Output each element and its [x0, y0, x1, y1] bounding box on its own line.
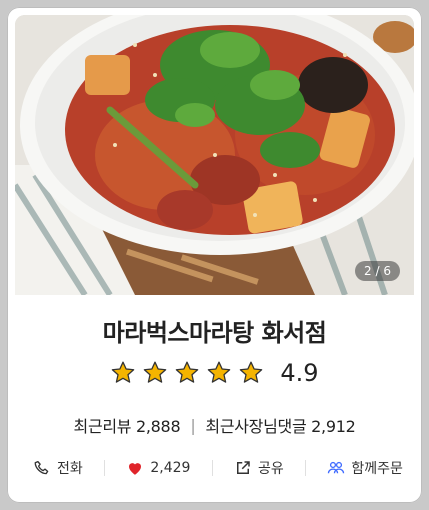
action-divider — [211, 460, 213, 476]
screen-frame: 2 / 6 마라벅스마라탕 화서점 4.9 최근리뷰 2,888 | 최근사장님… — [0, 0, 429, 510]
group-order-label: 함께주문 — [351, 461, 403, 477]
action-divider — [305, 460, 307, 476]
call-label: 전화 — [57, 461, 83, 477]
store-photo[interactable]: 2 / 6 — [15, 15, 414, 295]
star-icon — [240, 361, 263, 383]
photo-counter-badge: 2 / 6 — [355, 261, 400, 281]
action-bar: 전화 2,429 공유 함께주문 — [33, 453, 403, 483]
like-count: 2,429 — [150, 460, 191, 476]
rating-row: 4.9 — [7, 359, 422, 387]
phone-icon — [34, 460, 49, 475]
group-icon — [328, 461, 345, 474]
share-icon — [237, 461, 250, 474]
food-photo-illustration — [15, 15, 414, 295]
heart-icon — [129, 463, 142, 475]
share-label: 공유 — [258, 461, 284, 477]
group-order-button[interactable]: 함께주문 — [327, 458, 403, 478]
star-icon — [176, 361, 199, 383]
call-button[interactable]: 전화 — [33, 458, 83, 478]
rating-value: 4.9 — [280, 359, 319, 387]
store-card: 2 / 6 마라벅스마라탕 화서점 4.9 최근리뷰 2,888 | 최근사장님… — [7, 7, 422, 503]
review-stats: 최근리뷰 2,888 | 최근사장님댓글 2,912 — [7, 413, 422, 437]
star-icon — [208, 361, 231, 383]
star-icon — [144, 361, 167, 383]
share-button[interactable]: 공유 — [234, 458, 284, 478]
owner-comments-link[interactable]: 최근사장님댓글 2,912 — [205, 413, 355, 437]
star-icon — [112, 361, 135, 383]
recent-reviews-link[interactable]: 최근리뷰 2,888 — [74, 413, 181, 437]
action-divider — [104, 460, 106, 476]
like-button[interactable]: 2,429 — [126, 459, 190, 477]
stats-separator: | — [190, 415, 196, 435]
store-name: 마라벅스마라탕 화서점 — [102, 319, 327, 347]
